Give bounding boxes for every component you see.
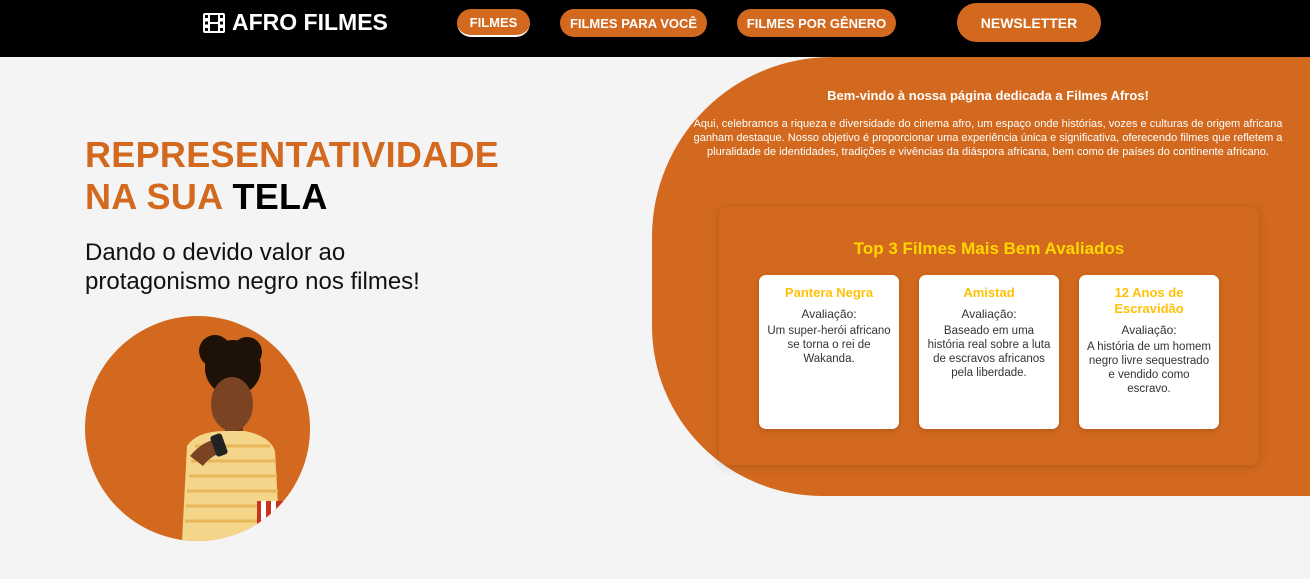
nav-filmes-por-genero-button[interactable]: FILMES POR GÊNERO [737, 9, 896, 37]
hero-title-accent: NA SUA [85, 176, 223, 217]
hero-title-dark: TELA [232, 176, 328, 217]
hero-portrait-image [85, 316, 310, 541]
film-card[interactable]: Pantera Negra Avaliação: Um super-herói … [759, 275, 899, 429]
top3-section: Top 3 Filmes Mais Bem Avaliados Pantera … [719, 207, 1259, 465]
film-title: Pantera Negra [784, 285, 874, 300]
film-card[interactable]: Amistad Avaliação: Baseado em uma histór… [919, 275, 1059, 429]
nav-filmes-button[interactable]: FILMES [457, 9, 530, 37]
logo-text: AFRO FILMES [232, 9, 388, 35]
nav-filmes-para-voce-button[interactable]: FILMES PARA VOCÊ [560, 9, 707, 37]
top3-title: Top 3 Filmes Mais Bem Avaliados [853, 239, 1125, 258]
hero-title-line1: REPRESENTATIVIDADE [85, 134, 500, 175]
hero-title: REPRESENTATIVIDADE NA SUA TELA [85, 134, 499, 218]
film-rating-label: Avaliação: [961, 307, 1017, 321]
welcome-text: Aqui, celebramos a riqueza e diversidade… [693, 118, 1283, 158]
welcome-heading: Bem-vindo à nossa página dedicada a Film… [827, 88, 1149, 103]
film-icon [203, 12, 225, 33]
top-nav-bar: AFRO FILMES FILMES FILMES PARA VOCÊ FILM… [0, 0, 1310, 57]
film-title: 12 Anos de Escravidão [1114, 285, 1184, 316]
film-rating-label: Avaliação: [1121, 323, 1177, 337]
hero-subtitle: Dando o devido valor ao protagonismo neg… [85, 239, 420, 295]
newsletter-button[interactable]: NEWSLETTER [957, 3, 1101, 42]
film-card[interactable]: 12 Anos de Escravidão Avaliação: A histó… [1079, 275, 1219, 429]
film-description: A história de um homem negro livre seque… [1087, 341, 1212, 395]
site-logo[interactable]: AFRO FILMES [202, 9, 388, 36]
film-title: Amistad [963, 285, 1015, 300]
film-rating-label: Avaliação: [801, 307, 857, 321]
film-description: Um super-herói africano se torna o rei d… [767, 325, 891, 365]
film-description: Baseado em uma história real sobre a lut… [927, 325, 1051, 379]
